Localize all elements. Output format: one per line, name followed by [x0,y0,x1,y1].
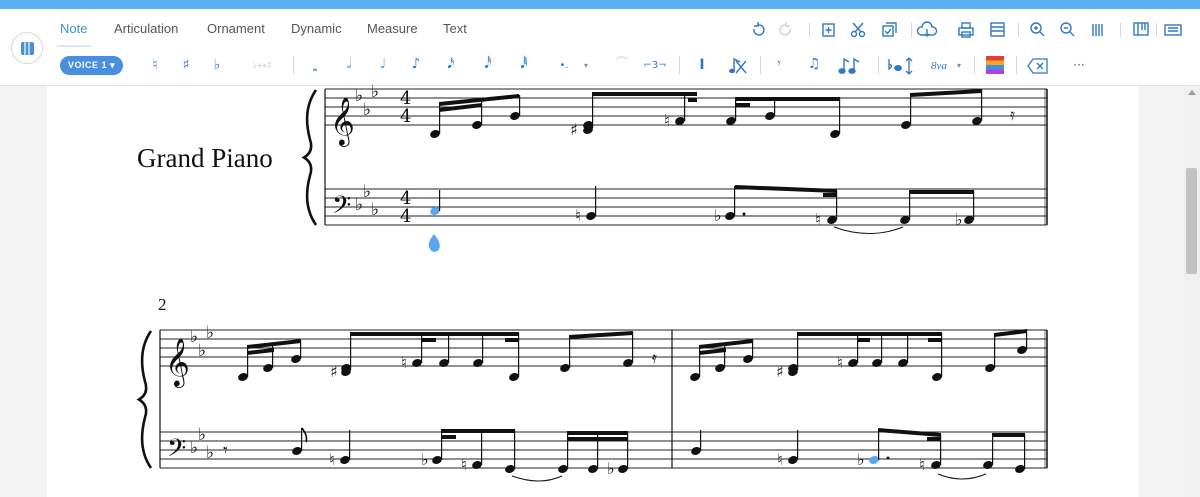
time-signature: 4 [400,106,411,127]
rest: 𝄾 [223,440,228,461]
drop-cursor-icon [428,234,440,252]
sharp: ♯ [330,362,338,381]
bass-clef: 𝄢 [167,434,186,469]
sharp: ♯ [570,120,578,139]
key-signature-flat: ♭ [198,341,206,361]
beam [421,338,436,342]
beam [505,338,519,342]
key-signature-flat: ♭ [363,182,371,202]
beam [592,92,697,96]
beam [823,193,837,197]
beam [927,437,941,441]
brace [301,89,318,226]
time-signature: 4 [400,206,411,227]
key-signature-flat: ♭ [355,86,363,106]
bass-clef: 𝄢 [332,191,351,226]
flat: ♭ [955,210,963,229]
natural: ♮ [664,111,670,130]
flat: ♭ [421,450,429,469]
beam [569,331,633,339]
beam [857,338,870,342]
key-signature-flat: ♭ [206,443,214,463]
beam [699,348,726,355]
rest: 𝄿 [652,348,657,367]
treble-clef: 𝄞 [165,337,190,388]
sharp: ♯ [776,362,784,381]
score-notation: 𝄞𝄢♭♭♭♭♭♭4444♯ ♮ 𝄿♮ ♭ ♮ ♭𝄞𝄢♭♭♭♭♭♭♯ ♮ 𝄿𝄾 ♮ ♭ ♮ ♭♯ ♮♮ ♭ ♮ [136,82,1048,482]
brace [136,330,153,469]
beam [247,348,274,355]
key-signature-flat: ♭ [355,195,363,215]
tie [833,226,904,234]
natural: ♮ [815,210,821,229]
beam [928,338,942,342]
key-signature-flat: ♭ [198,425,206,445]
natural: ♮ [919,455,925,474]
natural: ♮ [401,353,407,372]
beam [910,89,982,97]
treble-clef: 𝄞 [330,96,355,147]
flat: ♭ [607,459,615,478]
dot [742,212,746,216]
beam [567,431,628,435]
key-signature-flat: ♭ [206,323,214,343]
rest: 𝄿 [1010,105,1015,124]
flat: ♭ [714,206,722,225]
flag [301,427,308,443]
beam [797,332,942,336]
beam [735,185,837,193]
natural: ♮ [777,450,783,469]
tie [511,475,563,482]
beam [909,190,974,194]
beam [350,332,519,336]
beam [441,429,515,433]
instrument-name: Grand Piano [137,143,273,173]
beam [567,437,628,441]
flat: ♭ [857,450,865,469]
beam [878,428,941,437]
beam [735,97,840,101]
natural: ♮ [329,450,335,469]
measure-number: 2 [158,295,167,314]
key-signature-flat: ♭ [363,100,371,120]
natural: ♮ [837,353,843,372]
beam [992,433,1025,437]
beam [688,98,697,102]
tie [937,473,987,480]
natural: ♮ [575,206,581,225]
key-signature-flat: ♭ [371,82,379,102]
beam [735,103,750,107]
natural: ♮ [461,455,467,474]
dot [886,456,890,460]
beam [441,435,456,439]
key-signature-flat: ♭ [190,327,198,347]
key-signature-flat: ♭ [371,200,379,220]
key-signature-flat: ♭ [190,438,198,458]
